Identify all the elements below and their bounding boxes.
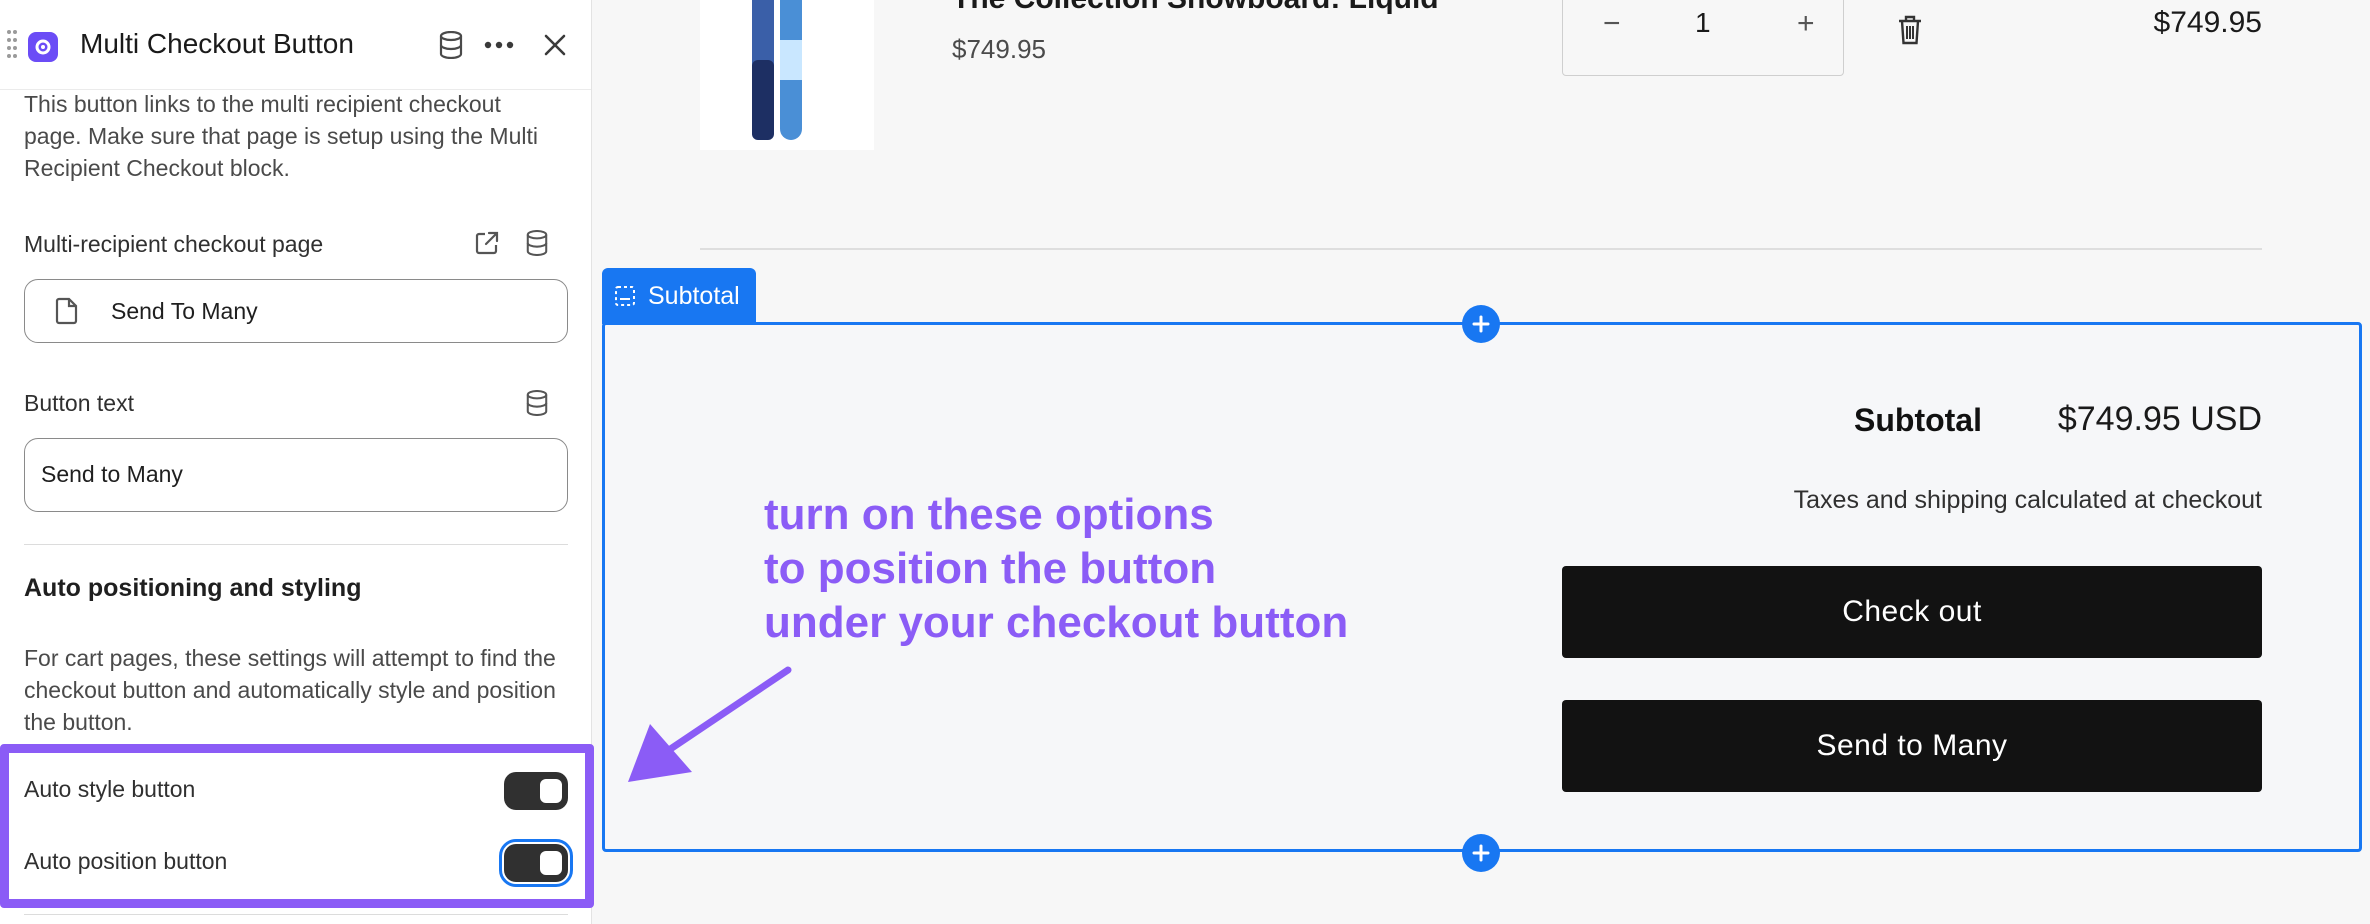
annotation-text: turn on these options to position the bu… [764,490,1349,647]
button-description: This button links to the multi recipient… [24,91,538,181]
increment-button[interactable]: + [1797,7,1815,41]
divider [24,914,568,915]
quantity-stepper[interactable]: − 1 + [1562,0,1844,76]
product-title[interactable]: The Collection Snowboard: Liquid [952,0,1439,16]
checkout-button[interactable]: Check out [1562,566,2262,658]
section-tag[interactable]: Subtotal [602,268,756,324]
database-icon[interactable] [522,388,552,418]
more-dots-icon[interactable] [482,28,516,62]
add-block-bottom-button[interactable] [1462,834,1500,872]
tax-note: Taxes and shipping calculated at checkou… [1793,486,2262,514]
checkout-page-value: Send To Many [111,298,258,324]
section-description: For cart pages, these settings will atte… [24,645,556,735]
plus-icon [1472,844,1490,862]
panel-header: Multi Checkout Button [0,0,591,90]
button-text-value: Send to Many [41,461,183,487]
send-to-many-button[interactable]: Send to Many [1562,700,2262,792]
decrement-button[interactable]: − [1603,7,1621,41]
section-tag-label: Subtotal [648,281,740,310]
trash-icon[interactable] [1896,14,1924,46]
section-icon [615,286,635,306]
divider [24,544,568,545]
checkout-page-label: Multi-recipient checkout page [24,231,324,257]
product-price: $749.95 [952,34,1046,64]
product-image[interactable] [700,0,874,150]
line-total: $749.95 [2153,6,2262,39]
close-icon[interactable] [538,28,572,62]
plus-icon [1472,315,1490,333]
cart-divider [700,248,2262,250]
add-block-top-button[interactable] [1462,305,1500,343]
button-text-input[interactable]: Send to Many [24,438,568,512]
annotation-highlight-box [0,744,594,908]
subtotal-value: $749.95 USD [2057,400,2262,438]
subtotal-label: Subtotal [1854,402,1982,438]
annotation-arrow-icon [628,666,792,782]
panel-title: Multi Checkout Button [80,28,354,59]
external-link-icon[interactable] [472,228,502,258]
app-logo-icon [28,32,58,62]
button-text-label: Button text [24,390,134,416]
page-icon [55,297,78,325]
drag-handle-icon[interactable] [6,28,18,62]
database-icon[interactable] [434,28,468,62]
checkout-page-picker[interactable]: Send To Many [24,279,568,343]
section-title: Auto positioning and styling [24,574,362,602]
database-icon[interactable] [522,228,552,258]
quantity-value[interactable]: 1 [1695,7,1711,39]
